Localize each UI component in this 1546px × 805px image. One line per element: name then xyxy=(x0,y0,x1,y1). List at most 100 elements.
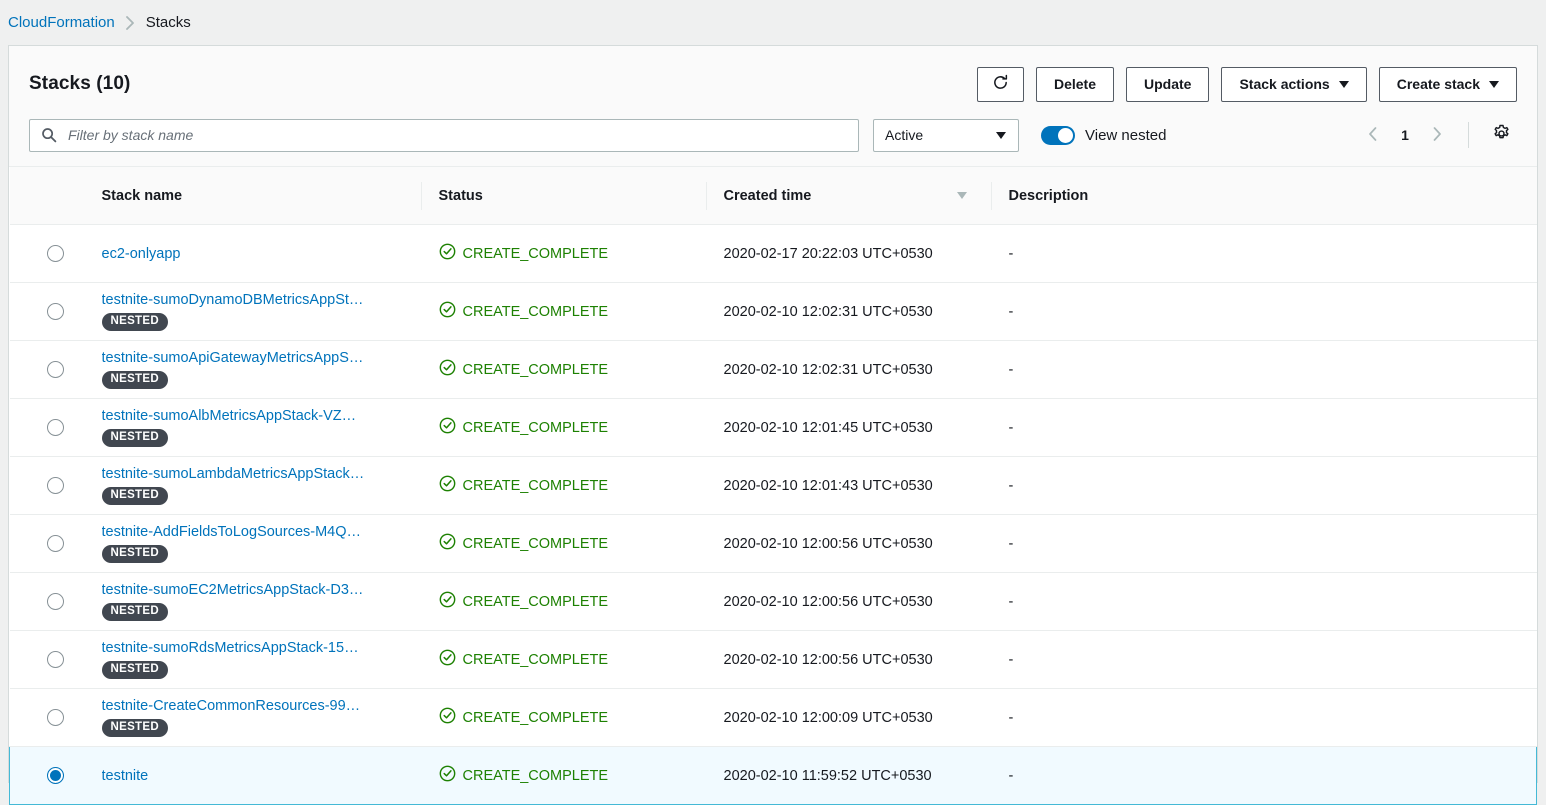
row-select-cell[interactable] xyxy=(10,225,84,283)
status-cell: CREATE_COMPLETE xyxy=(421,283,706,341)
created-time-cell: 2020-02-10 12:01:43 UTC+0530 xyxy=(706,457,991,515)
table-row[interactable]: ec2-onlyapp CREATE_COMPLETE 2020-02-17 20:… xyxy=(10,225,1537,283)
stack-name-link[interactable]: testnite-sumoEC2MetricsAppStack-D3… xyxy=(102,582,421,598)
check-circle-icon xyxy=(439,243,456,264)
row-select-cell[interactable] xyxy=(10,747,84,805)
description-cell: - xyxy=(991,399,1537,457)
stack-name-link[interactable]: testnite xyxy=(102,768,421,784)
row-radio-button[interactable] xyxy=(47,651,64,668)
table-row[interactable]: testniteCREATE_COMPLETE2020-02-10 11:59:… xyxy=(10,747,1537,805)
check-circle-icon xyxy=(439,533,456,554)
row-radio-button[interactable] xyxy=(47,477,64,494)
nested-badge: NESTED xyxy=(102,661,168,680)
nested-badge: NESTED xyxy=(102,429,168,448)
table-row[interactable]: testnite-sumoAlbMetricsAppStack-VZ… NESTE… xyxy=(10,399,1537,457)
created-time-cell: 2020-02-10 12:00:56 UTC+0530 xyxy=(706,631,991,689)
filter-row: Active View nested 1 xyxy=(29,104,1517,166)
check-circle-icon xyxy=(439,475,456,496)
row-radio-button[interactable] xyxy=(47,535,64,552)
status-label: CREATE_COMPLETE xyxy=(463,246,609,262)
row-select-cell[interactable] xyxy=(10,515,84,573)
table-row[interactable]: testnite-CreateCommonResources-99… NESTED… xyxy=(10,689,1537,747)
status-cell: CREATE_COMPLETE xyxy=(421,747,706,805)
stack-name-link[interactable]: testnite-sumoRdsMetricsAppStack-15… xyxy=(102,640,421,656)
stack-name-link[interactable]: testnite-sumoAlbMetricsAppStack-VZ… xyxy=(102,408,421,424)
table-head: Stack name Status Created time Descripti… xyxy=(10,167,1537,225)
page-number-1[interactable]: 1 xyxy=(1394,127,1416,143)
stack-name-link[interactable]: testnite-AddFieldsToLogSources-M4Q… xyxy=(102,524,421,540)
caret-down-icon xyxy=(957,192,967,199)
created-time-cell: 2020-02-10 11:59:52 UTC+0530 xyxy=(706,747,991,805)
row-radio-button[interactable] xyxy=(47,245,64,262)
stack-name-link[interactable]: ec2-onlyapp xyxy=(102,246,421,262)
view-nested-toggle[interactable] xyxy=(1041,126,1075,145)
stack-name-link[interactable]: testnite-CreateCommonResources-99… xyxy=(102,698,421,714)
status-label: CREATE_COMPLETE xyxy=(463,362,609,378)
column-stack-name[interactable]: Stack name xyxy=(84,167,421,225)
row-select-cell[interactable] xyxy=(10,341,84,399)
status-cell: CREATE_COMPLETE xyxy=(421,457,706,515)
stack-name-link[interactable]: testnite-sumoLambdaMetricsAppStack… xyxy=(102,466,421,482)
breadcrumb-current-stacks: Stacks xyxy=(146,15,191,30)
column-select xyxy=(10,167,84,225)
check-circle-icon xyxy=(439,591,456,612)
created-time-cell: 2020-02-17 20:22:03 UTC+0530 xyxy=(706,225,991,283)
column-description[interactable]: Description xyxy=(991,167,1537,225)
row-select-cell[interactable] xyxy=(10,573,84,631)
stack-name-cell: testnite-sumoDynamoDBMetricsAppSt…NESTED xyxy=(84,283,421,341)
row-radio-button[interactable] xyxy=(47,767,64,784)
row-select-cell[interactable] xyxy=(10,399,84,457)
column-status[interactable]: Status xyxy=(421,167,706,225)
create-stack-button[interactable]: Create stack xyxy=(1379,67,1517,102)
row-radio-button[interactable] xyxy=(47,593,64,610)
description-cell: - xyxy=(991,283,1537,341)
panel-header: Stacks (10) Delete Update Stack actions xyxy=(9,46,1537,167)
next-page-button[interactable] xyxy=(1422,120,1452,150)
row-select-cell[interactable] xyxy=(10,283,84,341)
table-preferences-button[interactable] xyxy=(1485,119,1517,151)
status-filter-select[interactable]: Active xyxy=(873,119,1019,152)
table-row[interactable]: testnite-sumoEC2MetricsAppStack-D3… NESTE… xyxy=(10,573,1537,631)
table-row[interactable]: testnite-AddFieldsToLogSources-M4Q…NESTE… xyxy=(10,515,1537,573)
search-input[interactable] xyxy=(29,119,859,152)
delete-button[interactable]: Delete xyxy=(1036,67,1114,102)
stack-name-cell: testnite-sumoAlbMetricsAppStack-VZ… NESTE… xyxy=(84,399,421,457)
chevron-down-icon xyxy=(996,132,1006,139)
status-cell: CREATE_COMPLETE xyxy=(421,689,706,747)
stack-name-link[interactable]: testnite-sumoDynamoDBMetricsAppSt… xyxy=(102,292,421,308)
pagination: 1 xyxy=(1358,119,1517,151)
table-row[interactable]: testnite-sumoRdsMetricsAppStack-15… NESTE… xyxy=(10,631,1537,689)
table-row[interactable]: testnite-sumoApiGatewayMetricsAppS…NESTE… xyxy=(10,341,1537,399)
stack-name-link[interactable]: testnite-sumoApiGatewayMetricsAppS… xyxy=(102,350,421,366)
nested-badge: NESTED xyxy=(102,603,168,622)
row-select-cell[interactable] xyxy=(10,631,84,689)
row-select-cell[interactable] xyxy=(10,689,84,747)
row-radio-button[interactable] xyxy=(47,303,64,320)
column-created-time[interactable]: Created time xyxy=(706,167,991,225)
stack-name-cell: testnite-CreateCommonResources-99… NESTED xyxy=(84,689,421,747)
stack-actions-label: Stack actions xyxy=(1239,76,1329,92)
column-header-label: Status xyxy=(439,188,483,204)
row-radio-button[interactable] xyxy=(47,419,64,436)
status-label: CREATE_COMPLETE xyxy=(463,652,609,668)
status-cell: CREATE_COMPLETE xyxy=(421,573,706,631)
prev-page-button[interactable] xyxy=(1358,120,1388,150)
row-radio-button[interactable] xyxy=(47,361,64,378)
status-label: CREATE_COMPLETE xyxy=(463,594,609,610)
nested-badge: NESTED xyxy=(102,719,168,738)
breadcrumb-link-cloudformation[interactable]: CloudFormation xyxy=(8,15,115,30)
table-body: ec2-onlyappCREATE_COMPLETE2020-02-17 20:… xyxy=(10,225,1537,805)
chevron-right-icon xyxy=(125,16,136,30)
table-row[interactable]: testnite-sumoDynamoDBMetricsAppSt…NESTED… xyxy=(10,283,1537,341)
update-button[interactable]: Update xyxy=(1126,67,1209,102)
row-select-cell[interactable] xyxy=(10,457,84,515)
row-radio-button[interactable] xyxy=(47,709,64,726)
description-cell: - xyxy=(991,341,1537,399)
chevron-right-icon xyxy=(1431,126,1443,145)
refresh-button[interactable] xyxy=(977,67,1024,102)
status-label: CREATE_COMPLETE xyxy=(463,420,609,436)
stack-name-cell: testnite-sumoRdsMetricsAppStack-15… NESTE… xyxy=(84,631,421,689)
status-cell: CREATE_COMPLETE xyxy=(421,225,706,283)
stack-actions-button[interactable]: Stack actions xyxy=(1221,67,1366,102)
table-row[interactable]: testnite-sumoLambdaMetricsAppStack…NESTE… xyxy=(10,457,1537,515)
